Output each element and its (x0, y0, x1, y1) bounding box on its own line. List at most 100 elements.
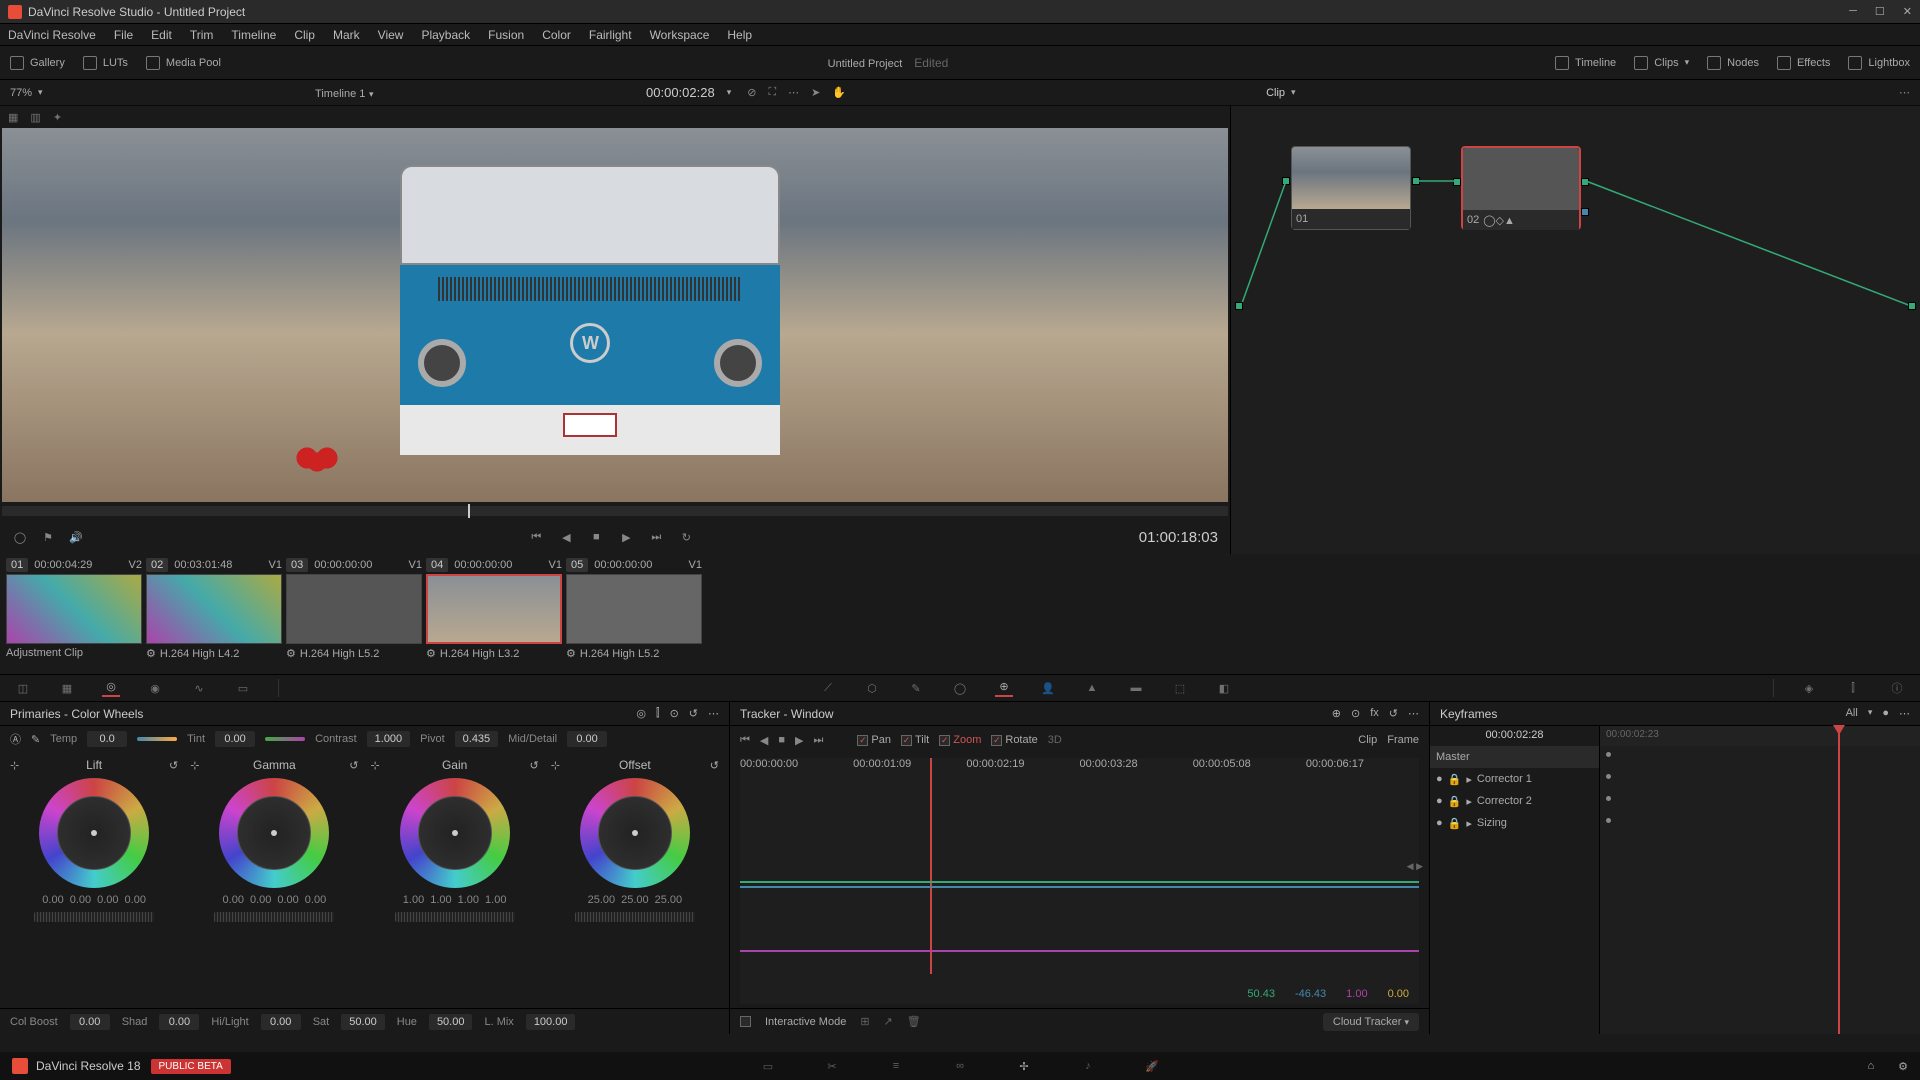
scopes-icon[interactable]: ⫿ (1844, 679, 1862, 697)
zoom-handle-icon[interactable]: ◀ ▶ (1407, 861, 1423, 872)
temp-slider[interactable] (137, 737, 177, 741)
frame-mode-button[interactable]: Frame (1387, 734, 1419, 746)
timeline-name[interactable]: Timeline 1 (315, 88, 365, 100)
ws-effects[interactable]: Effects (1777, 56, 1830, 70)
pan-checkbox[interactable]: Pan (857, 734, 891, 746)
wheel-jog[interactable] (575, 912, 695, 922)
menu-fairlight[interactable]: Fairlight (589, 28, 632, 42)
wheel-reset-icon[interactable]: ↺ (169, 759, 178, 772)
keyframe-marker[interactable] (1606, 796, 1611, 801)
chevron-down-icon[interactable]: ▾ (1291, 87, 1296, 98)
menu-davinci[interactable]: DaVinci Resolve (8, 28, 96, 42)
tracker-icon[interactable]: ⊕ (995, 679, 1013, 697)
clip-thumbnail[interactable] (286, 574, 422, 644)
wheel-picker-icon[interactable]: ⊹ (190, 759, 199, 772)
node-output-port[interactable] (1412, 177, 1420, 185)
colboost-value[interactable]: 0.00 (70, 1014, 110, 1030)
menu-help[interactable]: Help (727, 28, 752, 42)
pick-white-icon[interactable]: ✎ (31, 733, 40, 746)
reset-icon[interactable]: ↺ (1389, 707, 1398, 720)
ws-mediapool[interactable]: Media Pool (146, 56, 221, 70)
lock-icon[interactable]: 🔒 (1448, 795, 1462, 808)
bypass-icon[interactable]: ⊘ (747, 86, 756, 99)
kf-toggle-icon[interactable]: ● (1436, 795, 1443, 807)
color-warper-icon[interactable]: ⬡ (863, 679, 881, 697)
color-wheel[interactable] (39, 778, 149, 888)
menu-mark[interactable]: Mark (333, 28, 360, 42)
wheel-jog[interactable] (395, 912, 515, 922)
sat-value[interactable]: 50.00 (341, 1014, 385, 1030)
3d-toggle[interactable]: 3D (1048, 734, 1062, 746)
flag-icon[interactable]: ⚑ (40, 529, 56, 545)
wheels-mode-icon[interactable]: ◎ (636, 707, 646, 720)
wheel-value[interactable]: 0.00 (42, 894, 63, 906)
node-input-port[interactable] (1282, 177, 1290, 185)
track-fwd-one-button[interactable]: ⏭ (814, 734, 824, 747)
pointer-icon[interactable]: ➤ (811, 86, 820, 99)
graph-input-port[interactable] (1235, 302, 1243, 310)
menu-edit[interactable]: Edit (151, 28, 172, 42)
node-alpha-port[interactable] (1581, 208, 1589, 216)
key-icon[interactable]: ▬ (1127, 679, 1145, 697)
clip-thumbnail[interactable] (426, 574, 562, 644)
expand-icon[interactable]: ▸ (1466, 817, 1472, 830)
tint-slider[interactable] (265, 737, 305, 741)
color-wheel[interactable] (219, 778, 329, 888)
wheel-value[interactable]: 25.00 (588, 894, 616, 906)
motion-effects-icon[interactable]: ▭ (234, 679, 252, 697)
wheel-value[interactable]: 1.00 (430, 894, 451, 906)
node-graph[interactable]: 01 02◯◇▲ (1231, 106, 1920, 466)
menu-clip[interactable]: Clip (294, 28, 315, 42)
kf-toggle-icon[interactable]: ● (1436, 773, 1443, 785)
page-color[interactable]: ✢ (1014, 1056, 1034, 1076)
node-02[interactable]: 02◯◇▲ (1461, 146, 1581, 230)
viewer-image[interactable]: W (2, 128, 1228, 502)
lock-icon[interactable]: 🔒 (1448, 817, 1462, 830)
kf-row-corrector1[interactable]: ●🔒▸Corrector 1 (1430, 768, 1599, 790)
first-frame-button[interactable]: ⏮ (528, 529, 544, 545)
wheel-jog[interactable] (34, 912, 154, 922)
keyframe-track[interactable]: 00:00:02:23 (1600, 726, 1920, 1034)
menu-fusion[interactable]: Fusion (488, 28, 524, 42)
hand-icon[interactable]: ✋ (832, 86, 846, 99)
ws-gallery[interactable]: Gallery (10, 56, 65, 70)
keyframe-marker[interactable] (1606, 818, 1611, 823)
wheel-value[interactable]: 0.00 (305, 894, 326, 906)
kf-row-master[interactable]: Master (1430, 746, 1599, 768)
menu-playback[interactable]: Playback (421, 28, 470, 42)
wheel-value[interactable]: 25.00 (655, 894, 683, 906)
window-icon[interactable]: ◯ (951, 679, 969, 697)
menu-file[interactable]: File (114, 28, 133, 42)
menu-view[interactable]: View (378, 28, 404, 42)
minimize-button[interactable]: ─ (1849, 5, 1857, 18)
more-icon[interactable]: ⋯ (1899, 707, 1910, 720)
color-wheel[interactable] (400, 778, 510, 888)
color-wheel[interactable] (580, 778, 690, 888)
keyframe-marker[interactable] (1606, 774, 1611, 779)
more-icon[interactable]: ⋯ (788, 86, 799, 99)
clip-mode-button[interactable]: Clip (1358, 734, 1377, 746)
keyframe-playhead[interactable] (1838, 726, 1840, 1034)
camera-raw-icon[interactable]: ◫ (14, 679, 32, 697)
rgb-mixer-icon[interactable]: ∿ (190, 679, 208, 697)
home-icon[interactable]: ⌂ (1867, 1060, 1874, 1073)
wheel-picker-icon[interactable]: ⊹ (551, 759, 560, 772)
fx-mode-icon[interactable]: fx (1370, 707, 1379, 720)
clip-thumbnail[interactable] (146, 574, 282, 644)
window-mode-icon[interactable]: ⊕ (1332, 707, 1341, 720)
page-deliver[interactable]: 🚀 (1142, 1056, 1162, 1076)
keyframe-filter[interactable]: All (1846, 707, 1858, 720)
shad-value[interactable]: 0.00 (159, 1014, 199, 1030)
menu-color[interactable]: Color (542, 28, 571, 42)
clip-thumbnail[interactable] (6, 574, 142, 644)
hue-value[interactable]: 50.00 (429, 1014, 473, 1030)
bsm-icon[interactable]: ▲ (1083, 679, 1101, 697)
wheel-value[interactable]: 0.00 (70, 894, 91, 906)
ws-lightbox[interactable]: Lightbox (1848, 56, 1910, 70)
graph-output-port[interactable] (1908, 302, 1916, 310)
ws-clips[interactable]: Clips▾ (1634, 56, 1689, 70)
page-edit[interactable]: ≡ (886, 1056, 906, 1076)
transport-timecode[interactable]: 01:00:18:03 (1139, 529, 1218, 546)
ws-nodes[interactable]: Nodes (1707, 56, 1759, 70)
chevron-down-icon[interactable]: ▾ (727, 87, 732, 98)
